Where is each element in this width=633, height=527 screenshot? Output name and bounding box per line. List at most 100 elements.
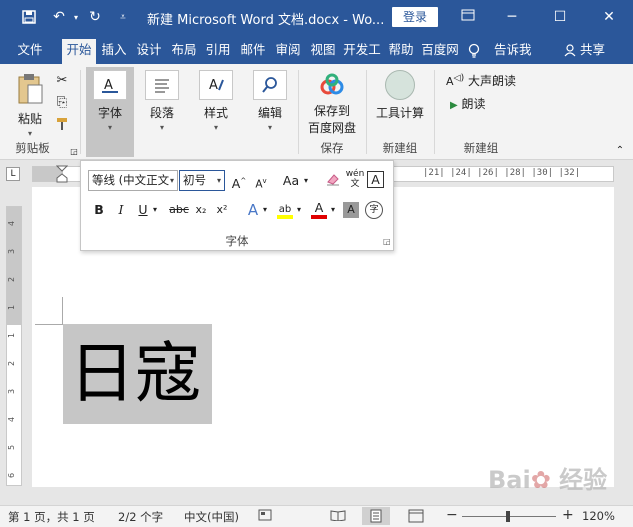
paragraph-button[interactable]: 段落 ▾ <box>141 70 183 132</box>
chevron-down-icon[interactable]: ▾ <box>261 200 269 220</box>
vruler-number: 1 <box>7 304 17 311</box>
circle-icon <box>385 70 415 100</box>
chevron-down-icon: ▾ <box>169 176 174 185</box>
italic-button[interactable]: I <box>111 200 131 220</box>
tab-home[interactable]: 开始 <box>62 39 96 64</box>
font-color-button[interactable]: A <box>309 198 329 219</box>
tab-review[interactable]: 审阅 <box>272 39 304 64</box>
undo-dropdown-icon[interactable]: ▾ <box>67 8 85 26</box>
print-layout-button[interactable] <box>362 507 390 525</box>
subscript-button[interactable]: x₂ <box>191 200 211 220</box>
underline-button[interactable]: U <box>133 200 153 220</box>
vertical-scrollbar[interactable] <box>620 187 633 505</box>
shrink-font-button[interactable]: Av <box>251 171 271 191</box>
font-name-select[interactable]: 等线 (中文正文 ▾ <box>88 170 178 191</box>
collapse-ribbon-icon[interactable]: ⌃ <box>612 142 628 158</box>
indent-marker-icon[interactable] <box>55 165 69 183</box>
close-button[interactable]: ✕ <box>597 6 621 28</box>
tab-design[interactable]: 设计 <box>133 39 165 64</box>
tell-me-search[interactable]: 告诉我 <box>494 39 532 61</box>
tab-layout[interactable]: 布局 <box>168 39 200 64</box>
copy-icon[interactable]: ⎘ <box>54 94 70 110</box>
save-icon[interactable] <box>20 8 38 26</box>
font-panel-title: 字体 <box>225 234 249 248</box>
read-aloud-label: 大声朗读 <box>467 74 516 88</box>
vruler-number: 5 <box>7 444 17 451</box>
chevron-down-icon[interactable]: ▾ <box>295 200 303 220</box>
grow-font-button[interactable]: A^ <box>229 171 249 191</box>
editing-button[interactable]: 编辑 ▾ <box>249 70 291 132</box>
vruler-number: 2 <box>7 360 17 367</box>
customize-icon[interactable]: ⩡ <box>114 8 132 26</box>
editing-label: 编辑 <box>257 106 282 120</box>
strikethrough-button[interactable]: abc <box>167 200 191 220</box>
superscript-button[interactable]: x² <box>212 200 232 220</box>
change-case-icon: Aa <box>282 173 300 188</box>
font-size-select[interactable]: 初号 ▾ <box>179 170 225 191</box>
shrink-font-icon: A <box>255 178 263 191</box>
person-icon <box>564 42 580 57</box>
font-dialog-launcher-icon[interactable]: ◲ <box>383 237 391 246</box>
read-button[interactable]: ▶ 朗读 <box>450 95 486 112</box>
enclose-characters-button[interactable]: 字 <box>365 201 383 219</box>
zoom-slider-thumb[interactable] <box>506 511 510 522</box>
zoom-in-button[interactable]: + <box>562 507 574 523</box>
tab-file[interactable]: 文件 <box>10 39 50 64</box>
vertical-ruler[interactable]: 4 3 2 1 1 2 3 4 5 6 <box>6 206 22 486</box>
redo-icon[interactable]: ↻ <box>86 8 104 26</box>
highlight-button[interactable]: ab <box>275 198 295 219</box>
language-indicator[interactable]: 中文(中国) <box>184 509 239 525</box>
read-aloud-button[interactable]: A◁) 大声朗读 <box>446 72 516 89</box>
text-effect-icon: A <box>247 201 259 219</box>
bold-button[interactable]: B <box>89 200 109 220</box>
page-count[interactable]: 第 1 页，共 1 页 <box>8 509 95 525</box>
read-mode-icon[interactable] <box>330 509 346 524</box>
tab-insert[interactable]: 插入 <box>98 39 130 64</box>
maximize-button[interactable]: ☐ <box>548 6 572 28</box>
group-divider <box>80 70 81 154</box>
zoom-level[interactable]: 120% <box>582 509 615 523</box>
undo-icon[interactable]: ↶ <box>50 8 68 26</box>
text-effect-button[interactable]: A <box>243 200 263 220</box>
clear-formatting-icon[interactable] <box>323 171 343 191</box>
change-case-button[interactable]: Aa <box>279 171 303 191</box>
ribbon-display-icon[interactable] <box>456 6 480 28</box>
chevron-down-icon[interactable]: ▾ <box>151 200 159 220</box>
tab-selector[interactable]: L <box>6 167 20 181</box>
font-color-bar <box>311 215 327 219</box>
character-shading-button[interactable]: A <box>343 202 359 218</box>
chevron-down-icon: ▾ <box>216 176 221 185</box>
save-to-baidu-button[interactable]: 保存到 百度网盘 <box>304 70 360 136</box>
tab-developer[interactable]: 开发工 <box>341 39 383 64</box>
clipboard-group-label: 剪贴板 <box>15 141 50 155</box>
tab-view[interactable]: 视图 <box>307 39 339 64</box>
selected-document-text[interactable]: 日寇 <box>63 324 212 424</box>
zoom-out-button[interactable]: − <box>446 507 458 523</box>
word-count[interactable]: 2/2 个字 <box>118 509 163 525</box>
macro-record-icon[interactable] <box>258 509 272 524</box>
cut-icon[interactable]: ✂ <box>54 72 70 88</box>
login-button[interactable]: 登录 <box>392 7 438 27</box>
share-button[interactable]: 共享 <box>564 39 605 61</box>
chevron-down-icon: ▾ <box>159 123 164 132</box>
chevron-down-icon[interactable]: ▾ <box>329 200 337 220</box>
tab-help[interactable]: 帮助 <box>385 39 417 64</box>
tab-mailings[interactable]: 邮件 <box>237 39 269 64</box>
paste-label: 粘贴 <box>17 112 42 126</box>
character-border-icon[interactable]: A <box>367 171 384 188</box>
styles-button[interactable]: A 样式 ▾ <box>195 70 237 132</box>
phonetic-guide-icon[interactable]: wén 文 <box>345 169 365 189</box>
font-button[interactable]: A 字体 ▾ <box>89 70 131 132</box>
chevron-down-icon[interactable]: ▾ <box>302 171 310 191</box>
tab-references[interactable]: 引用 <box>202 39 234 64</box>
svg-text:A: A <box>104 78 113 93</box>
web-layout-icon[interactable] <box>408 509 424 526</box>
tab-baidu[interactable]: 百度网 <box>419 39 461 64</box>
title-bar: ↶ ▾ ↻ ⩡ 新建 Microsoft Word 文档.docx - Wo..… <box>0 0 633 34</box>
minimize-button[interactable]: ─ <box>500 6 524 28</box>
font-name-value: 等线 (中文正文 <box>92 173 170 187</box>
format-painter-icon[interactable] <box>54 116 70 132</box>
paste-button[interactable]: 粘贴 ▾ <box>10 72 50 138</box>
tool-calc-button[interactable]: 工具计算 <box>372 70 428 121</box>
vruler-number: 4 <box>7 220 17 227</box>
